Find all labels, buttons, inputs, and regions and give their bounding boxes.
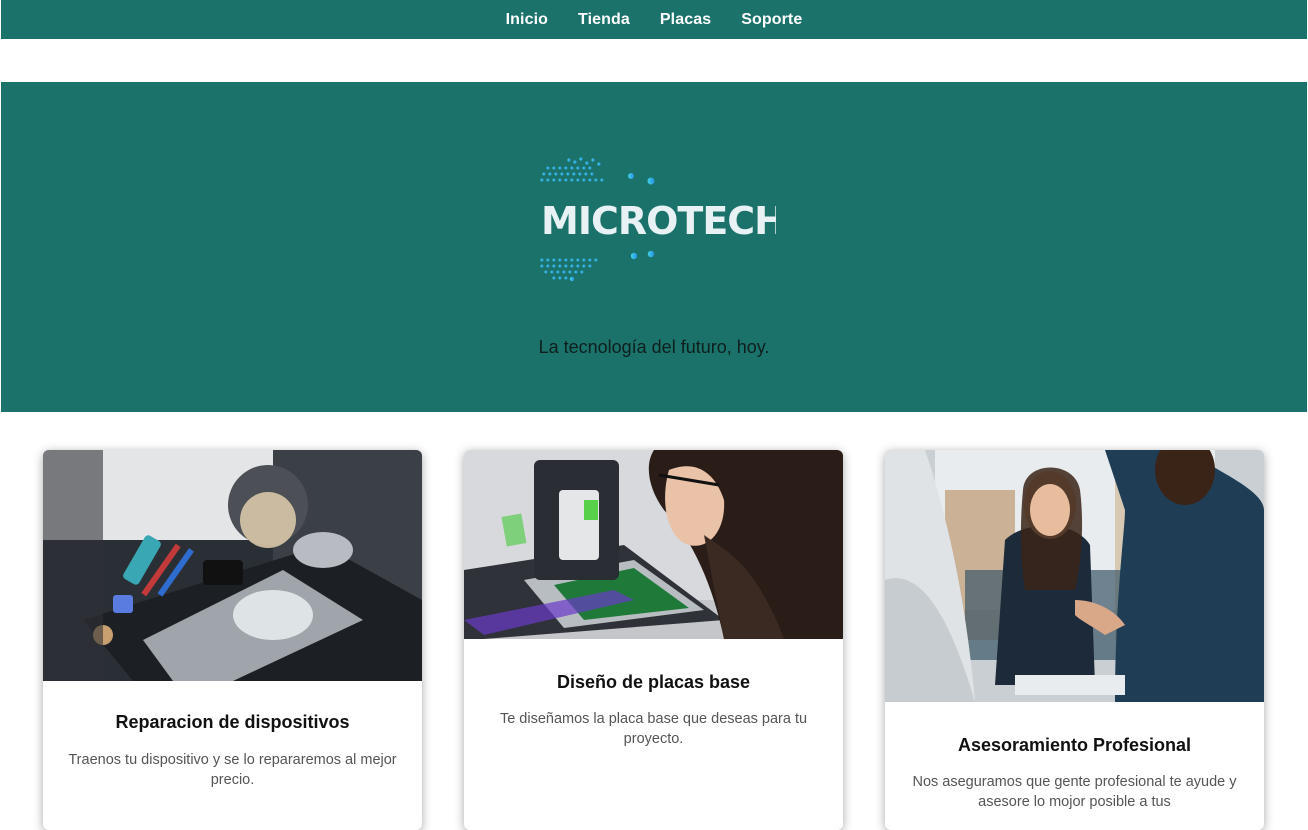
nav-link-soporte[interactable]: Soporte xyxy=(741,11,802,29)
card-title-repair: Reparacion de dispositivos xyxy=(115,712,350,732)
card-text-consulting: Nos aseguramos que gente profesional te … xyxy=(912,774,1237,810)
card-image-repair xyxy=(43,450,422,681)
logo-wordmark: MICROTECH xyxy=(541,199,776,243)
hero-banner: MICROTECH La tecnología del futuro, hoy. xyxy=(1,82,1307,412)
service-card-design: Diseño de placas base Te diseñamos la pl… xyxy=(464,450,843,830)
card-title-design: Diseño de placas base xyxy=(556,672,751,692)
service-card-repair: Reparacion de dispositivos Traenos tu di… xyxy=(43,450,422,830)
card-text-design: Te diseñamos la placa base que deseas pa… xyxy=(499,711,808,747)
service-card-consulting: Asesoramiento Profesional Nos aseguramos… xyxy=(885,450,1264,830)
hero-tagline: La tecnología del futuro, hoy. xyxy=(538,337,770,357)
nav-link-tienda[interactable]: Tienda xyxy=(578,11,630,29)
microtech-logo: MICROTECH xyxy=(536,154,786,284)
card-text-repair: Traenos tu dispositivo y se lo repararem… xyxy=(68,752,397,788)
nav-link-inicio[interactable]: Inicio xyxy=(506,11,548,29)
card-image-design xyxy=(464,450,843,639)
top-navbar: Inicio Tienda Placas Soporte xyxy=(1,0,1307,39)
card-title-consulting: Asesoramiento Profesional xyxy=(957,735,1192,755)
nav-link-placas[interactable]: Placas xyxy=(660,11,711,29)
card-image-consulting xyxy=(885,450,1264,702)
